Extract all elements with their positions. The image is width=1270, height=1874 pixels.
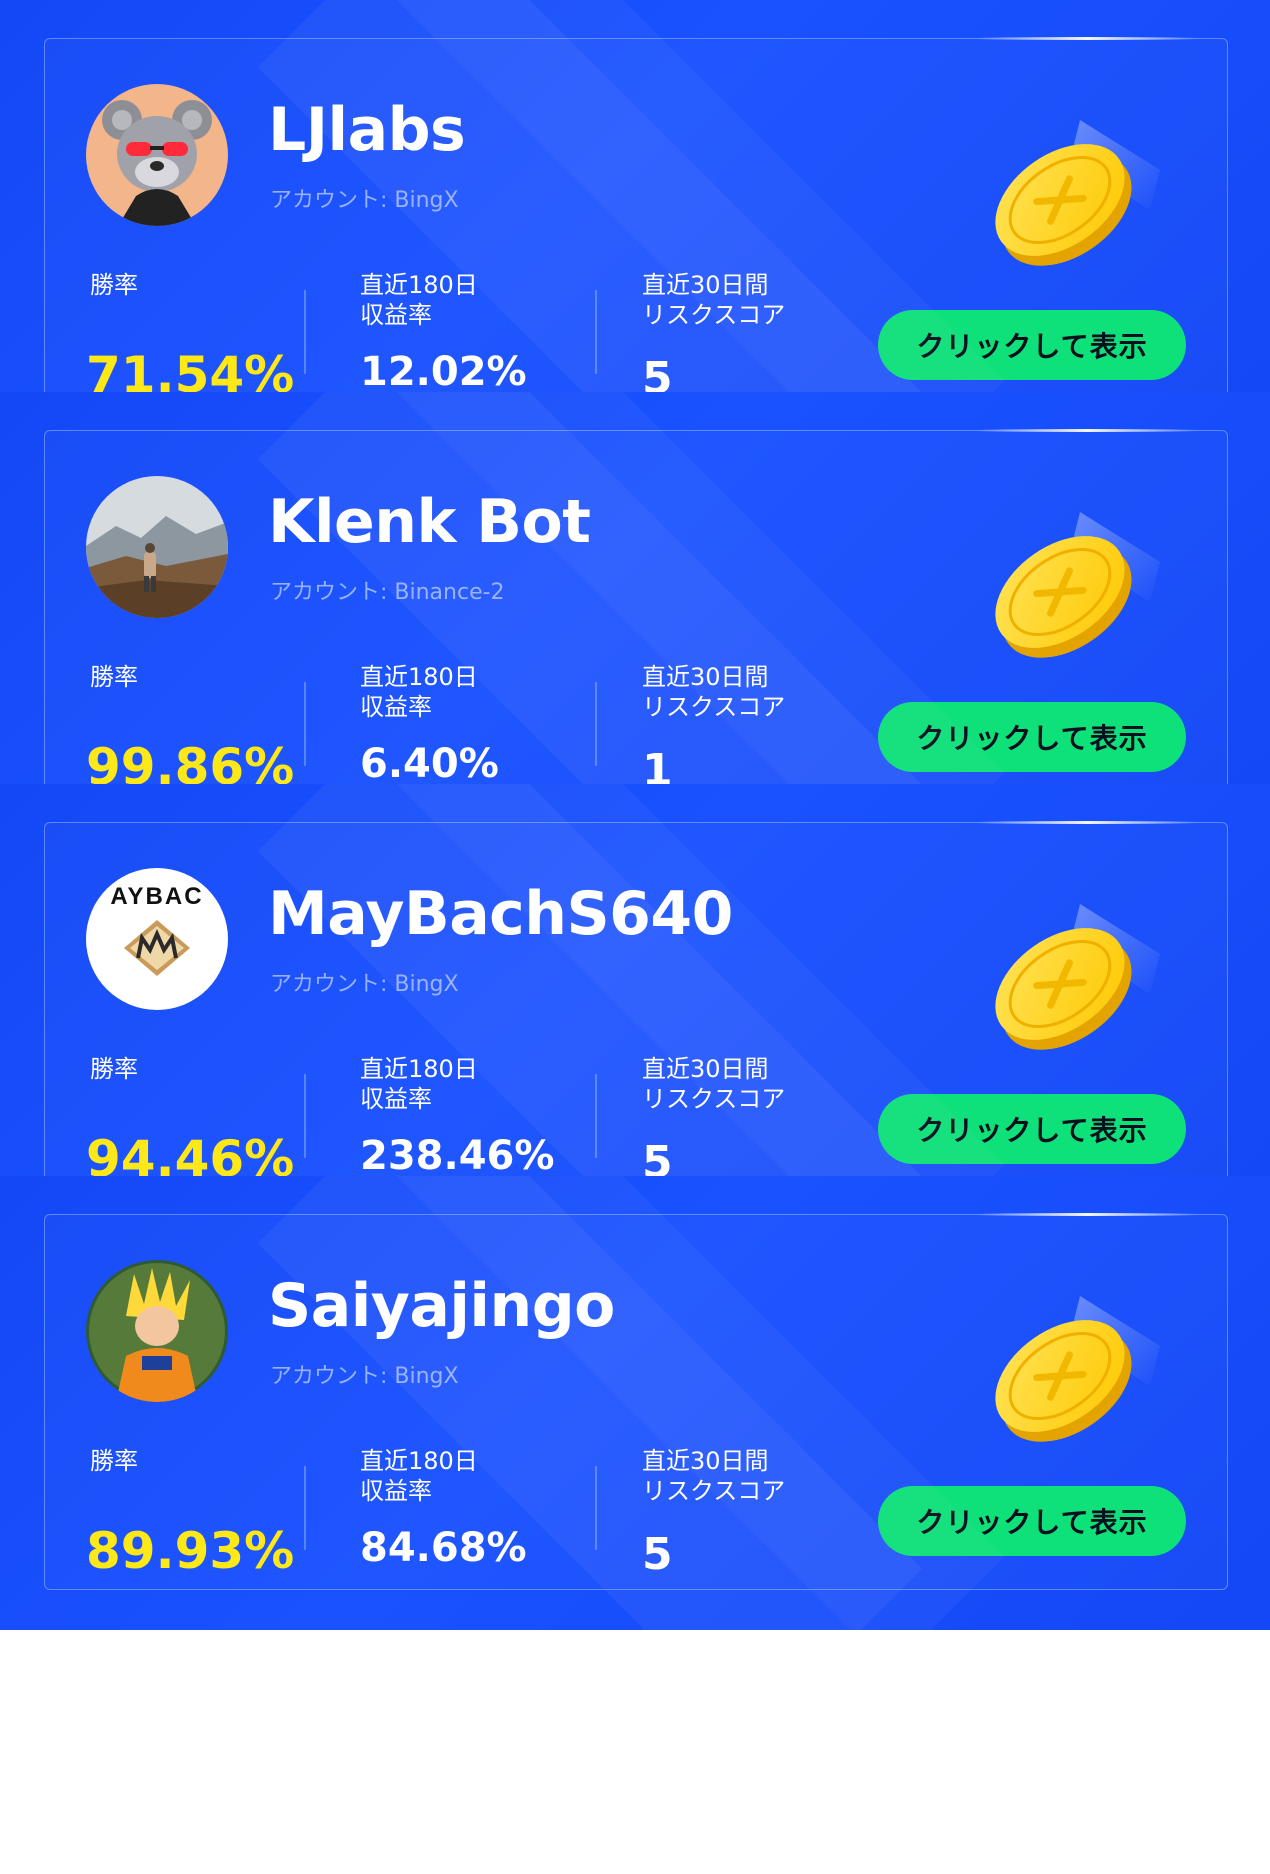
view-details-button[interactable]: クリックして表示 [878, 1094, 1186, 1164]
win-rate-label: 勝率 [90, 271, 138, 299]
view-details-button[interactable]: クリックして表示 [878, 1486, 1186, 1556]
win-rate-label: 勝率 [90, 1447, 138, 1475]
roi-label: 直近180日 収益率 [360, 1447, 478, 1505]
maybach-logo-avatar: AYBAC [86, 868, 228, 1010]
trader-account: アカウント: Binance-2 [270, 580, 505, 605]
risk-score-label: 直近30日間 リスクスコア [642, 271, 786, 329]
frame-glow [977, 1213, 1197, 1216]
stat-divider [595, 1074, 597, 1158]
view-details-button[interactable]: クリックして表示 [878, 310, 1186, 380]
avatar-logo-text: AYBAC [110, 883, 203, 910]
trader-account: アカウント: BingX [270, 188, 459, 213]
view-details-button[interactable]: クリックして表示 [878, 702, 1186, 772]
trader-card: AYBAC MayBachS640 アカウント: BingX 勝率 直近180日… [0, 784, 1270, 1238]
trader-name: MayBachS640 [268, 879, 733, 949]
roi-label: 直近180日 収益率 [360, 271, 478, 329]
trader-name: LJlabs [268, 95, 466, 165]
roi-label: 直近180日 収益率 [360, 1055, 478, 1113]
frame-glow [977, 37, 1197, 40]
win-rate-label: 勝率 [90, 1055, 138, 1083]
bear-avatar [86, 84, 228, 226]
frame-glow [977, 821, 1197, 824]
stat-divider [595, 682, 597, 766]
coin-icon [960, 1276, 1180, 1466]
stat-divider [304, 682, 306, 766]
roi-value: 6.40% [360, 741, 499, 787]
stat-divider [304, 1074, 306, 1158]
roi-value: 238.46% [360, 1133, 555, 1179]
stat-divider [304, 290, 306, 374]
trader-card-list: LJlabs アカウント: BingX 勝率 直近180日 収益率 直近30日間… [0, 0, 1270, 1874]
mountain-photo-avatar [86, 476, 228, 618]
risk-score-label: 直近30日間 リスクスコア [642, 1055, 786, 1113]
risk-score-label: 直近30日間 リスクスコア [642, 1447, 786, 1505]
trader-card: LJlabs アカウント: BingX 勝率 直近180日 収益率 直近30日間… [0, 0, 1270, 454]
roi-value: 84.68% [360, 1525, 527, 1571]
win-rate-value: 89.93% [86, 1522, 295, 1580]
trader-name: Saiyajingo [268, 1271, 615, 1341]
trader-card: Saiyajingo アカウント: BingX 勝率 直近180日 収益率 直近… [0, 1176, 1270, 1630]
frame-glow [977, 429, 1197, 432]
stat-divider [595, 1466, 597, 1550]
saiyan-avatar [86, 1260, 228, 1402]
risk-score-label: 直近30日間 リスクスコア [642, 663, 786, 721]
win-rate-label: 勝率 [90, 663, 138, 691]
coin-icon [960, 884, 1180, 1074]
trader-account: アカウント: BingX [270, 1364, 459, 1389]
trader-account: アカウント: BingX [270, 972, 459, 997]
roi-label: 直近180日 収益率 [360, 663, 478, 721]
coin-icon [960, 492, 1180, 682]
trader-card: Klenk Bot アカウント: Binance-2 勝率 直近180日 収益率… [0, 392, 1270, 846]
roi-value: 12.02% [360, 349, 527, 395]
coin-icon [960, 100, 1180, 290]
stat-divider [304, 1466, 306, 1550]
risk-score-value: 5 [642, 1529, 673, 1580]
stat-divider [595, 290, 597, 374]
trader-name: Klenk Bot [268, 487, 591, 557]
